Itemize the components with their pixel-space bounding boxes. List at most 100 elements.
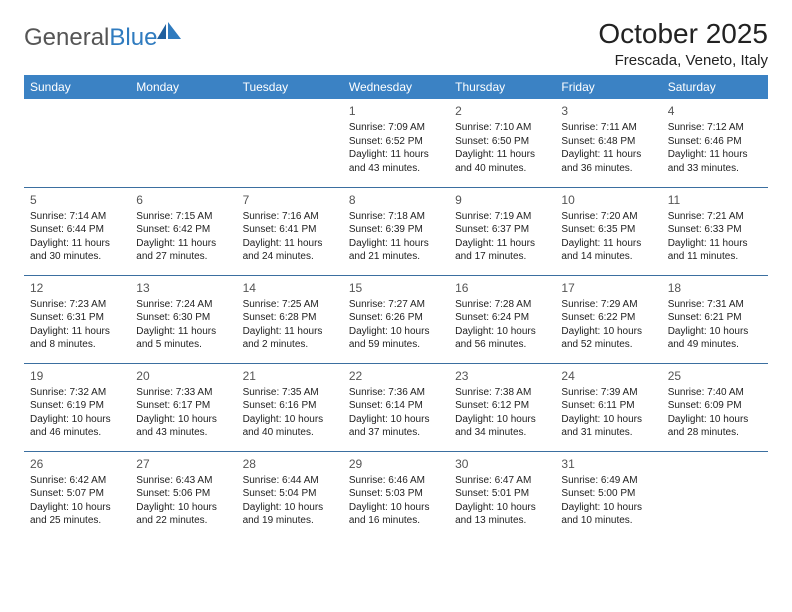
calendar-week-row: 19Sunrise: 7:32 AMSunset: 6:19 PMDayligh… bbox=[24, 363, 768, 451]
calendar-day-cell: 4Sunrise: 7:12 AMSunset: 6:46 PMDaylight… bbox=[662, 99, 768, 187]
title-block: October 2025 Frescada, Veneto, Italy bbox=[598, 18, 768, 69]
sunrise-text: Sunrise: 6:42 AM bbox=[30, 474, 124, 488]
daylight-text-1: Daylight: 10 hours bbox=[561, 325, 655, 339]
sunrise-text: Sunrise: 7:20 AM bbox=[561, 210, 655, 224]
day-number: 31 bbox=[561, 456, 655, 472]
calendar-day-cell: 15Sunrise: 7:27 AMSunset: 6:26 PMDayligh… bbox=[343, 275, 449, 363]
daylight-text-1: Daylight: 10 hours bbox=[668, 413, 762, 427]
day-number: 17 bbox=[561, 280, 655, 296]
daylight-text-2: and 16 minutes. bbox=[349, 514, 443, 528]
daylight-text-2: and 24 minutes. bbox=[243, 250, 337, 264]
calendar-day-cell: 3Sunrise: 7:11 AMSunset: 6:48 PMDaylight… bbox=[555, 99, 661, 187]
day-number: 25 bbox=[668, 368, 762, 384]
sunrise-text: Sunrise: 7:10 AM bbox=[455, 121, 549, 135]
day-number: 18 bbox=[668, 280, 762, 296]
weekday-header: Friday bbox=[555, 75, 661, 99]
sunset-text: Sunset: 5:03 PM bbox=[349, 487, 443, 501]
daylight-text-2: and 25 minutes. bbox=[30, 514, 124, 528]
sunset-text: Sunset: 6:16 PM bbox=[243, 399, 337, 413]
daylight-text-2: and 2 minutes. bbox=[243, 338, 337, 352]
daylight-text-1: Daylight: 10 hours bbox=[30, 413, 124, 427]
daylight-text-1: Daylight: 10 hours bbox=[349, 501, 443, 515]
calendar-empty-cell bbox=[237, 99, 343, 187]
day-number: 2 bbox=[455, 103, 549, 119]
daylight-text-1: Daylight: 10 hours bbox=[30, 501, 124, 515]
weekday-header: Tuesday bbox=[237, 75, 343, 99]
daylight-text-2: and 14 minutes. bbox=[561, 250, 655, 264]
daylight-text-1: Daylight: 11 hours bbox=[30, 325, 124, 339]
daylight-text-1: Daylight: 11 hours bbox=[30, 237, 124, 251]
calendar-empty-cell bbox=[130, 99, 236, 187]
sunset-text: Sunset: 6:46 PM bbox=[668, 135, 762, 149]
daylight-text-2: and 43 minutes. bbox=[349, 162, 443, 176]
sails-icon bbox=[157, 22, 183, 40]
daylight-text-2: and 17 minutes. bbox=[455, 250, 549, 264]
daylight-text-2: and 31 minutes. bbox=[561, 426, 655, 440]
daylight-text-2: and 10 minutes. bbox=[561, 514, 655, 528]
daylight-text-2: and 8 minutes. bbox=[30, 338, 124, 352]
sunrise-text: Sunrise: 7:12 AM bbox=[668, 121, 762, 135]
calendar-day-cell: 2Sunrise: 7:10 AMSunset: 6:50 PMDaylight… bbox=[449, 99, 555, 187]
sunrise-text: Sunrise: 7:40 AM bbox=[668, 386, 762, 400]
daylight-text-1: Daylight: 11 hours bbox=[561, 237, 655, 251]
calendar-day-cell: 24Sunrise: 7:39 AMSunset: 6:11 PMDayligh… bbox=[555, 363, 661, 451]
day-number: 14 bbox=[243, 280, 337, 296]
sunrise-text: Sunrise: 6:49 AM bbox=[561, 474, 655, 488]
calendar-day-cell: 17Sunrise: 7:29 AMSunset: 6:22 PMDayligh… bbox=[555, 275, 661, 363]
daylight-text-2: and 40 minutes. bbox=[243, 426, 337, 440]
calendar-day-cell: 6Sunrise: 7:15 AMSunset: 6:42 PMDaylight… bbox=[130, 187, 236, 275]
calendar-day-cell: 8Sunrise: 7:18 AMSunset: 6:39 PMDaylight… bbox=[343, 187, 449, 275]
calendar-empty-cell bbox=[24, 99, 130, 187]
sunrise-text: Sunrise: 7:24 AM bbox=[136, 298, 230, 312]
sunset-text: Sunset: 6:26 PM bbox=[349, 311, 443, 325]
daylight-text-2: and 13 minutes. bbox=[455, 514, 549, 528]
calendar-day-cell: 22Sunrise: 7:36 AMSunset: 6:14 PMDayligh… bbox=[343, 363, 449, 451]
daylight-text-1: Daylight: 10 hours bbox=[243, 413, 337, 427]
calendar-day-cell: 1Sunrise: 7:09 AMSunset: 6:52 PMDaylight… bbox=[343, 99, 449, 187]
sunrise-text: Sunrise: 7:39 AM bbox=[561, 386, 655, 400]
calendar-day-cell: 16Sunrise: 7:28 AMSunset: 6:24 PMDayligh… bbox=[449, 275, 555, 363]
day-number: 29 bbox=[349, 456, 443, 472]
calendar-day-cell: 14Sunrise: 7:25 AMSunset: 6:28 PMDayligh… bbox=[237, 275, 343, 363]
sunrise-text: Sunrise: 7:27 AM bbox=[349, 298, 443, 312]
daylight-text-1: Daylight: 10 hours bbox=[668, 325, 762, 339]
daylight-text-1: Daylight: 11 hours bbox=[136, 325, 230, 339]
day-number: 24 bbox=[561, 368, 655, 384]
day-number: 21 bbox=[243, 368, 337, 384]
calendar-body: 1Sunrise: 7:09 AMSunset: 6:52 PMDaylight… bbox=[24, 99, 768, 539]
calendar-day-cell: 26Sunrise: 6:42 AMSunset: 5:07 PMDayligh… bbox=[24, 451, 130, 539]
daylight-text-2: and 28 minutes. bbox=[668, 426, 762, 440]
calendar-week-row: 12Sunrise: 7:23 AMSunset: 6:31 PMDayligh… bbox=[24, 275, 768, 363]
calendar-table: SundayMondayTuesdayWednesdayThursdayFrid… bbox=[24, 75, 768, 539]
sunrise-text: Sunrise: 7:38 AM bbox=[455, 386, 549, 400]
daylight-text-1: Daylight: 10 hours bbox=[455, 325, 549, 339]
daylight-text-1: Daylight: 11 hours bbox=[455, 148, 549, 162]
sunset-text: Sunset: 6:09 PM bbox=[668, 399, 762, 413]
sunset-text: Sunset: 6:19 PM bbox=[30, 399, 124, 413]
daylight-text-1: Daylight: 11 hours bbox=[668, 237, 762, 251]
daylight-text-1: Daylight: 10 hours bbox=[349, 325, 443, 339]
day-number: 28 bbox=[243, 456, 337, 472]
day-number: 9 bbox=[455, 192, 549, 208]
weekday-header: Sunday bbox=[24, 75, 130, 99]
sunrise-text: Sunrise: 6:47 AM bbox=[455, 474, 549, 488]
daylight-text-1: Daylight: 11 hours bbox=[243, 237, 337, 251]
sunrise-text: Sunrise: 7:19 AM bbox=[455, 210, 549, 224]
sunrise-text: Sunrise: 7:21 AM bbox=[668, 210, 762, 224]
day-number: 30 bbox=[455, 456, 549, 472]
daylight-text-2: and 27 minutes. bbox=[136, 250, 230, 264]
weekday-header: Wednesday bbox=[343, 75, 449, 99]
calendar-week-row: 1Sunrise: 7:09 AMSunset: 6:52 PMDaylight… bbox=[24, 99, 768, 187]
sunrise-text: Sunrise: 7:25 AM bbox=[243, 298, 337, 312]
sunrise-text: Sunrise: 6:43 AM bbox=[136, 474, 230, 488]
daylight-text-2: and 40 minutes. bbox=[455, 162, 549, 176]
sunset-text: Sunset: 5:06 PM bbox=[136, 487, 230, 501]
day-number: 3 bbox=[561, 103, 655, 119]
sunset-text: Sunset: 6:42 PM bbox=[136, 223, 230, 237]
calendar-day-cell: 23Sunrise: 7:38 AMSunset: 6:12 PMDayligh… bbox=[449, 363, 555, 451]
sunrise-text: Sunrise: 7:09 AM bbox=[349, 121, 443, 135]
sunrise-text: Sunrise: 7:15 AM bbox=[136, 210, 230, 224]
sunset-text: Sunset: 6:30 PM bbox=[136, 311, 230, 325]
sunset-text: Sunset: 6:33 PM bbox=[668, 223, 762, 237]
calendar-day-cell: 31Sunrise: 6:49 AMSunset: 5:00 PMDayligh… bbox=[555, 451, 661, 539]
